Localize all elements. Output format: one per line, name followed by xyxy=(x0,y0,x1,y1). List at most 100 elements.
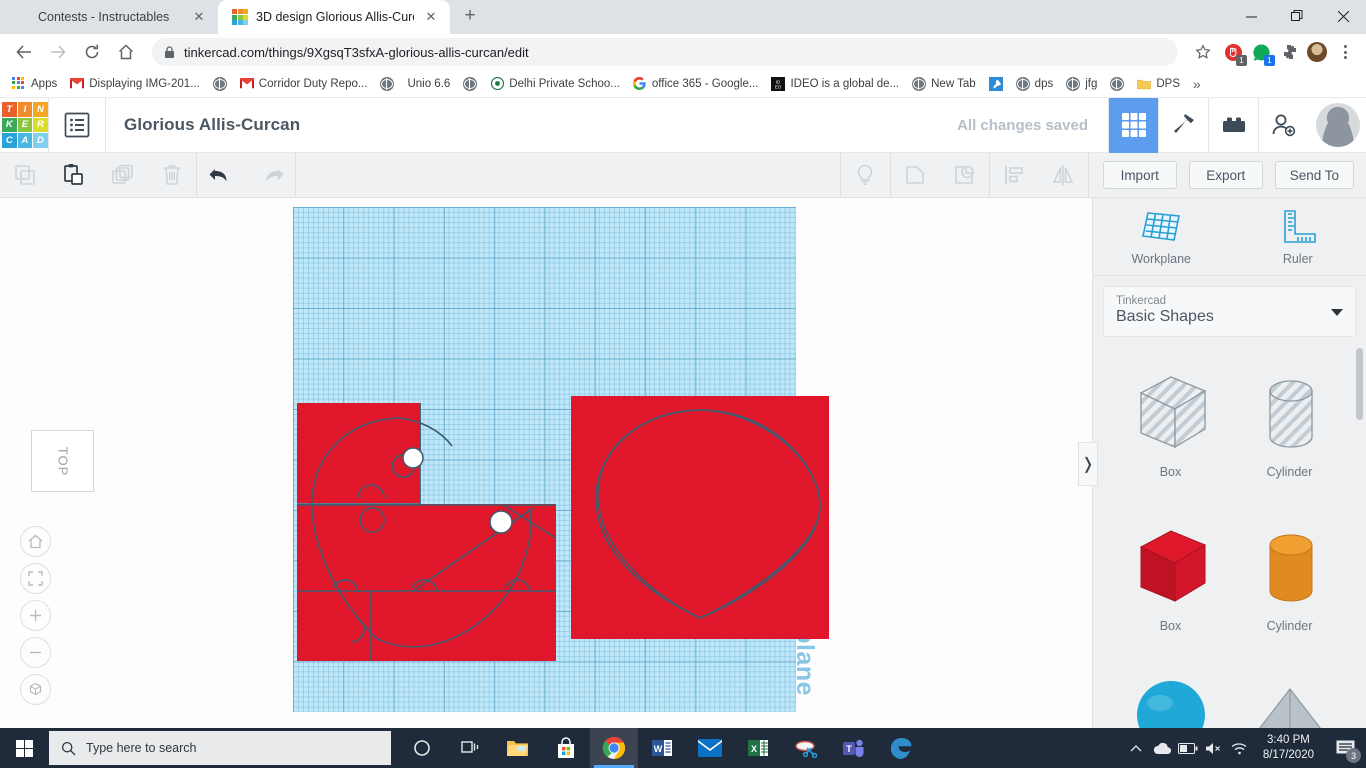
shape-item-box-hole[interactable]: Box xyxy=(1111,357,1230,509)
view-cube[interactable]: TOP xyxy=(31,430,94,492)
bookmark-office-365[interactable]: office 365 - Google... xyxy=(627,74,765,94)
shape-item-cylinder-solid[interactable]: Cylinder xyxy=(1230,511,1349,663)
forward-arrow-icon[interactable] xyxy=(42,36,74,68)
group-icon[interactable] xyxy=(891,153,940,198)
zoom-out-icon[interactable] xyxy=(20,637,51,668)
home-icon[interactable] xyxy=(110,36,142,68)
codeblocks-hammer-icon[interactable] xyxy=(1158,97,1208,153)
bookmark-globe-2[interactable] xyxy=(374,74,400,94)
fit-all-icon[interactable] xyxy=(20,563,51,594)
duplicate-icon[interactable] xyxy=(98,153,147,198)
windows-start-icon[interactable] xyxy=(0,728,48,768)
bookmark-delhi-private-school[interactable]: Delhi Private Schoo... xyxy=(484,74,626,94)
export-button[interactable]: Export xyxy=(1188,161,1263,189)
microsoft-word-icon[interactable]: W xyxy=(638,728,686,768)
page-title[interactable]: Glorious Allis-Curcan xyxy=(124,115,300,135)
sidebar-scrollbar[interactable] xyxy=(1356,348,1363,420)
browser-tab-1[interactable]: Contests - Instructables ✕ xyxy=(0,0,218,34)
sidebar-tool-workplane[interactable]: Workplane xyxy=(1093,198,1230,275)
cortana-circle-icon[interactable] xyxy=(398,728,446,768)
close-icon[interactable]: ✕ xyxy=(190,8,208,26)
new-tab-button[interactable]: + xyxy=(456,3,484,31)
paste-icon[interactable] xyxy=(49,153,98,198)
bookmark-globe-1[interactable] xyxy=(207,74,233,94)
taskbar-clock[interactable]: 3:40 PM 8/17/2020 xyxy=(1253,728,1324,768)
delete-icon[interactable] xyxy=(147,153,196,198)
undo-icon[interactable] xyxy=(197,153,246,198)
shape-heart-plate[interactable] xyxy=(571,396,829,639)
designs-list-icon[interactable] xyxy=(49,98,105,153)
align-icon[interactable] xyxy=(990,153,1039,198)
ungroup-icon[interactable] xyxy=(940,153,989,198)
reload-icon[interactable] xyxy=(76,36,108,68)
library-selector[interactable]: Tinkercad Basic Shapes xyxy=(1103,286,1356,337)
show-hidden-icons-chevron[interactable] xyxy=(1123,728,1149,768)
zoom-in-icon[interactable] xyxy=(20,600,51,631)
shape-item-box-solid[interactable]: Box xyxy=(1111,511,1230,663)
bookmark-new-tab[interactable]: New Tab xyxy=(906,74,982,94)
shape-puzzle-piece-top[interactable] xyxy=(297,403,420,503)
ortho-perspective-icon[interactable] xyxy=(20,674,51,705)
import-button[interactable]: Import xyxy=(1102,161,1177,189)
design-canvas[interactable]: Workplane xyxy=(0,198,1092,728)
blocks-grid-icon[interactable] xyxy=(1108,97,1158,153)
file-explorer-icon[interactable] xyxy=(494,728,542,768)
lightbulb-icon[interactable] xyxy=(841,153,890,198)
shape-library-grid[interactable]: Box Cylinder Box Cylinder xyxy=(1093,343,1366,728)
mail-icon[interactable] xyxy=(686,728,734,768)
invite-person-icon[interactable] xyxy=(1258,97,1308,153)
bookmark-folder-dps[interactable]: DPS xyxy=(1131,74,1186,94)
bookmark-globe-3[interactable] xyxy=(457,74,483,94)
microsoft-edge-icon[interactable] xyxy=(878,728,926,768)
bookmark-apps[interactable]: Apps xyxy=(6,74,63,94)
microsoft-teams-icon[interactable]: T xyxy=(830,728,878,768)
back-arrow-icon[interactable] xyxy=(8,36,40,68)
stop-hand-extension-icon[interactable]: 1 xyxy=(1220,37,1247,67)
shape-item-sphere[interactable] xyxy=(1111,665,1230,728)
bookmark-ideo[interactable]: ID EO IDEO is a global de... xyxy=(765,74,905,94)
puzzle-extension-icon[interactable] xyxy=(1276,37,1302,67)
bookmark-dps[interactable]: dps xyxy=(1010,74,1060,94)
bookmark-displaying-img[interactable]: Displaying IMG-201... xyxy=(64,74,206,94)
battery-icon[interactable] xyxy=(1175,728,1201,768)
wifi-icon[interactable] xyxy=(1227,728,1253,768)
redo-icon[interactable] xyxy=(246,153,295,198)
microsoft-excel-icon[interactable]: X xyxy=(734,728,782,768)
bookmark-jfg[interactable]: jfg xyxy=(1060,74,1103,94)
search-input[interactable]: Type here to search xyxy=(49,731,391,765)
close-icon[interactable]: ✕ xyxy=(422,8,440,26)
browser-tab-2[interactable]: 3D design Glorious Allis-Curcan | ✕ xyxy=(218,0,450,34)
home-view-icon[interactable] xyxy=(20,526,51,557)
account-avatar[interactable] xyxy=(1316,103,1360,147)
microsoft-store-icon[interactable] xyxy=(542,728,590,768)
maximize-icon[interactable] xyxy=(1274,0,1320,32)
chrome-menu-icon[interactable] xyxy=(1332,37,1358,67)
minimize-icon[interactable] xyxy=(1228,0,1274,32)
address-bar[interactable]: tinkercad.com/things/9XgsqT3sfxA-gloriou… xyxy=(152,38,1178,66)
sidebar-tool-ruler[interactable]: Ruler xyxy=(1230,198,1366,275)
bookmark-blue[interactable] xyxy=(983,74,1009,94)
send-to-button[interactable]: Send To xyxy=(1274,161,1354,189)
green-bubble-extension-icon[interactable]: 1 xyxy=(1248,37,1275,67)
collapse-panel-chevron-icon[interactable]: ❭ xyxy=(1078,442,1098,486)
snipping-tool-icon[interactable] xyxy=(782,728,830,768)
shape-puzzle-piece-middle[interactable] xyxy=(297,504,556,661)
task-view-icon[interactable] xyxy=(446,728,494,768)
profile-avatar[interactable] xyxy=(1304,37,1330,67)
google-chrome-icon[interactable] xyxy=(590,728,638,768)
mirror-icon[interactable] xyxy=(1039,153,1088,198)
volume-muted-icon[interactable] xyxy=(1201,728,1227,768)
tinkercad-logo[interactable]: T I N K E R C A D xyxy=(2,102,48,148)
shape-item-cylinder-hole[interactable]: Cylinder xyxy=(1230,357,1349,509)
bookmark-unio[interactable]: Unio 6.6 xyxy=(401,75,456,93)
bookmark-corridor-duty[interactable]: Corridor Duty Repo... xyxy=(234,74,374,94)
action-center-icon[interactable]: 3 xyxy=(1324,728,1366,768)
onedrive-icon[interactable] xyxy=(1149,728,1175,768)
bookmarks-overflow-button[interactable]: » xyxy=(1187,76,1207,92)
close-icon[interactable] xyxy=(1320,0,1366,32)
copy-icon[interactable] xyxy=(0,153,49,198)
star-icon[interactable] xyxy=(1188,37,1218,67)
shape-item-roof[interactable] xyxy=(1230,665,1349,728)
brick-icon[interactable] xyxy=(1208,97,1258,153)
bookmark-globe-4[interactable] xyxy=(1104,74,1130,94)
